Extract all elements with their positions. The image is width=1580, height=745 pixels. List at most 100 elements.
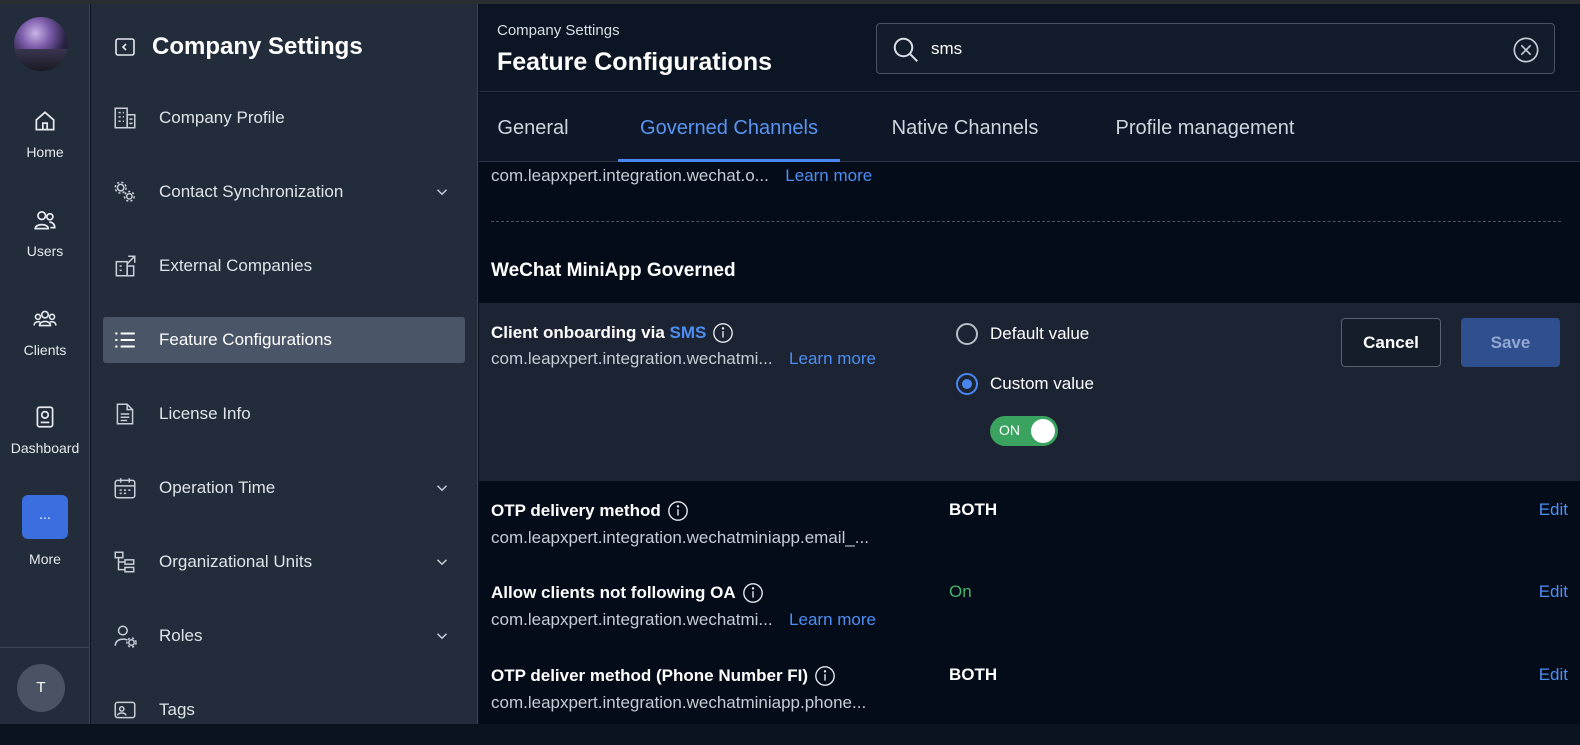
rail-label: More [29, 551, 61, 567]
config-label-line: OTP delivery method [491, 500, 689, 522]
chevron-down-icon[interactable] [433, 627, 451, 645]
sidebar-title: Company Settings [152, 33, 363, 60]
rail-item-dashboard[interactable]: Dashboard [0, 404, 90, 456]
section-title: WeChat MiniApp Governed [491, 260, 736, 281]
config-label-line: OTP deliver method (Phone Number FI) [491, 665, 836, 687]
sms-onboarding-toggle[interactable]: ON [990, 416, 1058, 446]
sidebar-item-feature-configurations[interactable]: Feature Configurations [103, 317, 465, 363]
building-icon [111, 104, 139, 132]
more-icon[interactable]: ... [22, 495, 68, 539]
learn-more-link[interactable]: Learn more [789, 610, 876, 629]
learn-more-link[interactable]: Learn more [785, 166, 872, 185]
edit-link[interactable]: Edit [1539, 665, 1568, 685]
radio-default-value[interactable]: Default value [956, 323, 1089, 345]
config-key: com.leapxpert.integration.wechatmi... [491, 349, 773, 368]
rail-item-users[interactable]: Users [0, 207, 90, 259]
sidebar-item-label: External Companies [159, 256, 313, 275]
chevron-down-icon[interactable] [433, 553, 451, 571]
user-avatar[interactable]: T [17, 664, 65, 712]
config-key-line: com.leapxpert.integration.wechatmi... Le… [491, 349, 876, 369]
rail-label: Home [26, 144, 64, 160]
config-key: com.leapxpert.integration.wechatminiapp.… [491, 528, 869, 547]
rail-item-home[interactable]: Home [0, 108, 90, 160]
rail-divider [0, 647, 90, 648]
rail-item-clients[interactable]: Clients [0, 306, 90, 358]
config-edit-panel: Client onboarding via SMS com.leapxpert.… [479, 303, 1580, 481]
config-value: BOTH [949, 665, 998, 684]
list-icon [111, 326, 139, 354]
save-button[interactable]: Save [1461, 318, 1560, 367]
config-label-line: Allow clients not following OA [491, 582, 764, 604]
sidebar-item-label: Tags [159, 700, 195, 719]
tab-profile-management[interactable]: Profile management [1109, 93, 1301, 162]
collapse-sidebar-icon[interactable] [113, 35, 137, 59]
radio-button[interactable] [956, 373, 978, 395]
info-icon[interactable] [667, 500, 689, 522]
tab-governed-channels[interactable]: Governed Channels [618, 93, 840, 162]
config-row: OTP delivery method com.leapxpert.integr… [479, 500, 1580, 580]
page-title: Feature Configurations [497, 48, 773, 76]
learn-more-link[interactable]: Learn more [789, 349, 876, 368]
tab-native-channels[interactable]: Native Channels [889, 93, 1041, 162]
config-value: On [949, 582, 972, 601]
page-header: Company Settings Feature Configurations [479, 4, 1580, 92]
hierarchy-icon [111, 548, 139, 576]
sidebar-item-roles[interactable]: Roles [103, 613, 465, 659]
config-row: Allow clients not following OA com.leapx… [479, 582, 1580, 662]
calendar-icon [111, 474, 139, 502]
radio-label: Default value [990, 324, 1090, 343]
sidebar-header: Company Settings [113, 30, 363, 64]
tab-bar: General Governed Channels Native Channel… [479, 93, 1580, 162]
sync-gears-icon [111, 178, 139, 206]
config-key: com.leapxpert.integration.wechat.o... [491, 166, 769, 185]
sidebar-item-tags[interactable]: Tags [103, 687, 465, 733]
config-key: com.leapxpert.integration.wechatminiapp.… [491, 693, 867, 712]
edit-link[interactable]: Edit [1539, 582, 1568, 602]
radio-label: Custom value [990, 374, 1094, 393]
edit-link[interactable]: Edit [1539, 500, 1568, 520]
sidebar-item-license-info[interactable]: License Info [103, 391, 465, 437]
sidebar-item-external-companies[interactable]: External Companies [103, 243, 465, 289]
search-input[interactable] [931, 34, 1491, 64]
prev-config-item: com.leapxpert.integration.wechat.o... Le… [491, 166, 872, 186]
config-row: OTP deliver method (Phone Number FI) com… [479, 665, 1580, 745]
rail-item-more[interactable]: ... More [0, 495, 90, 567]
cancel-button[interactable]: Cancel [1341, 318, 1441, 367]
config-label: Allow clients not following OA [491, 583, 736, 602]
dashboard-icon [32, 404, 58, 430]
settings-sidebar: Company Settings Company Profile Contact… [91, 4, 478, 724]
clients-icon [32, 306, 58, 332]
config-value: BOTH [949, 500, 998, 519]
toggle-label: ON [999, 422, 1020, 438]
config-label-text: Client onboarding via [491, 323, 670, 342]
external-building-icon [111, 252, 139, 280]
radio-button[interactable] [956, 323, 978, 345]
tab-general[interactable]: General [496, 93, 570, 162]
search-icon [893, 37, 918, 62]
sidebar-item-operation-time[interactable]: Operation Time [103, 465, 465, 511]
sidebar-item-label: License Info [159, 404, 251, 423]
search-highlight: SMS [669, 323, 707, 342]
toggle-knob [1031, 419, 1055, 443]
config-label: Client onboarding via SMS [491, 323, 706, 343]
radio-custom-value[interactable]: Custom value [956, 373, 1094, 395]
clear-search-icon[interactable] [1512, 36, 1540, 64]
sidebar-item-label: Roles [159, 626, 203, 645]
sidebar-item-label: Feature Configurations [159, 330, 332, 349]
main-content: Company Settings Feature Configurations … [479, 4, 1580, 724]
breadcrumb[interactable]: Company Settings [497, 22, 620, 39]
company-avatar[interactable] [14, 17, 68, 71]
config-key: com.leapxpert.integration.wechatmi... [491, 610, 773, 629]
sidebar-item-company-profile[interactable]: Company Profile [103, 95, 465, 141]
config-label: OTP delivery method [491, 501, 661, 520]
chevron-down-icon[interactable] [433, 183, 451, 201]
sidebar-item-contact-synchronization[interactable]: Contact Synchronization [103, 169, 465, 215]
tag-icon [111, 696, 139, 724]
info-icon[interactable] [814, 665, 836, 687]
sidebar-item-organizational-units[interactable]: Organizational Units [103, 539, 465, 585]
chevron-down-icon[interactable] [433, 479, 451, 497]
info-icon[interactable] [742, 582, 764, 604]
sidebar-item-label: Organizational Units [159, 552, 313, 571]
info-icon[interactable] [712, 322, 734, 344]
rail-label: Clients [23, 342, 67, 358]
